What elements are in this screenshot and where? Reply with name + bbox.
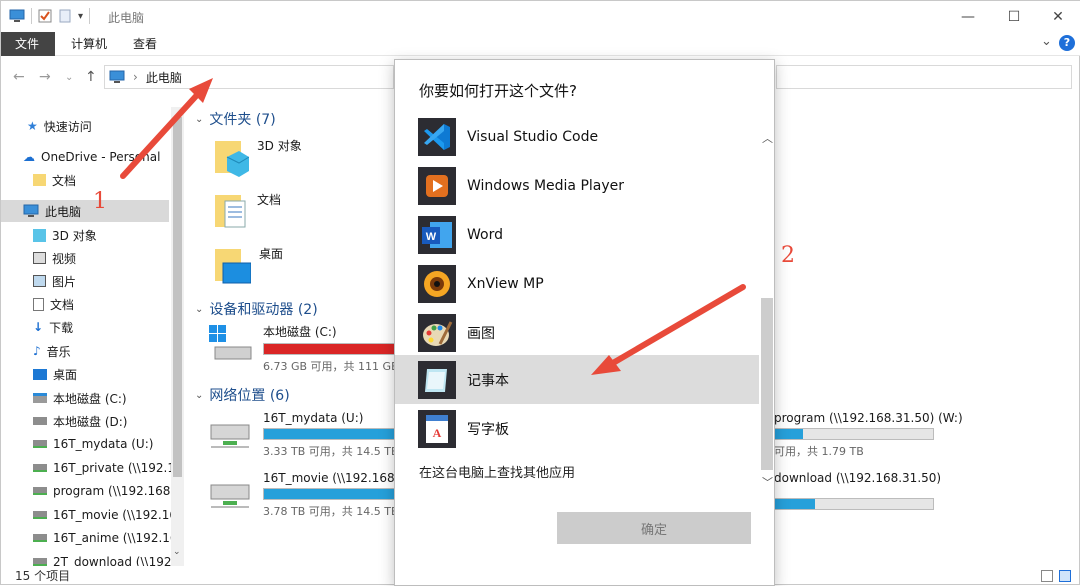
annotation-label-1: 1 xyxy=(93,189,107,214)
annotation-arrow-1 xyxy=(120,78,213,179)
annotation-arrow-2 xyxy=(591,284,746,375)
annotation-label-2: 2 xyxy=(781,243,795,268)
file-explorer-window: ▾ 此电脑 — ☐ ✕ 文件 计算机 查看 ⌄ ? ← → ⌄ ↑ › 此电脑 … xyxy=(0,0,1080,586)
annotation-overlay xyxy=(120,78,746,375)
